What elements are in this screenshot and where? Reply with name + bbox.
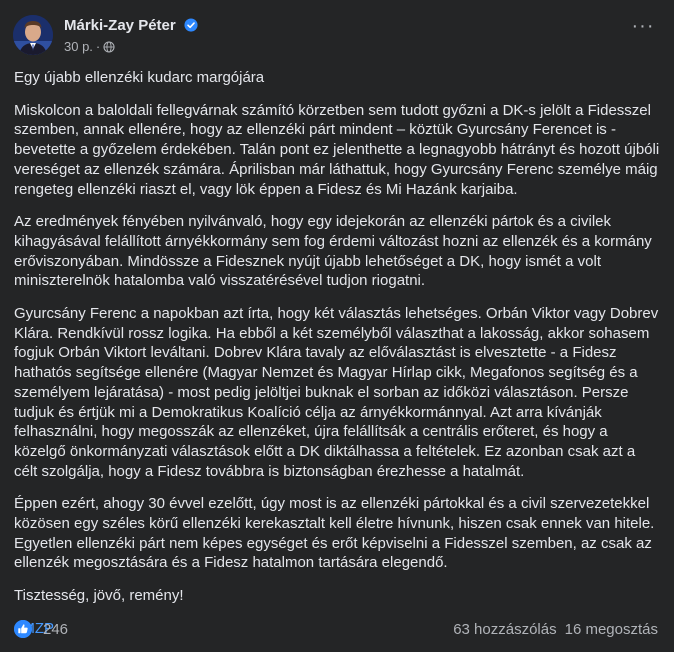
facebook-post: Márki-Zay Péter 30 p. · ··· Egy újabb ell… xyxy=(0,0,674,648)
like-reaction-icon[interactable] xyxy=(14,620,32,638)
post-body: Egy újabb ellenzéki kudarc margójára Mis… xyxy=(14,68,662,652)
post-paragraph: Tisztesség, jövő, remény! xyxy=(14,587,184,605)
post-paragraph: Miskolcon a baloldali fellegvárnak számí… xyxy=(14,101,660,198)
comments-count[interactable]: 63 hozzászólás xyxy=(453,621,556,638)
post-meta: 30 p. · xyxy=(64,39,115,56)
verified-badge-icon xyxy=(184,18,198,36)
post-footer: 246 63 hozzászólás 16 megosztás xyxy=(14,620,658,642)
shares-count[interactable]: 16 megosztás xyxy=(565,621,658,638)
post-paragraph: Éppen ezért, ahogy 30 évvel ezelőtt, úgy… xyxy=(14,495,655,572)
more-options-icon[interactable]: ··· xyxy=(627,16,659,39)
post-timestamp[interactable]: 30 p. xyxy=(64,39,93,54)
author-name-line: Márki-Zay Péter xyxy=(64,17,198,36)
reaction-count[interactable]: 246 xyxy=(43,621,68,638)
author-name[interactable]: Márki-Zay Péter xyxy=(64,17,176,34)
post-header: Márki-Zay Péter 30 p. · ··· xyxy=(13,13,661,57)
post-paragraph: Egy újabb ellenzéki kudarc margójára xyxy=(14,69,265,86)
post-paragraph: Gyurcsány Ferenc a napokban azt írta, ho… xyxy=(14,305,659,480)
engagement-stats: 63 hozzászólás 16 megosztás xyxy=(453,621,658,638)
meta-separator: · xyxy=(95,39,101,54)
post-paragraph: Az eredmények fényében nyilvánvaló, hogy… xyxy=(14,213,652,290)
author-avatar[interactable] xyxy=(13,15,53,55)
avatar-image xyxy=(13,15,53,55)
globe-icon xyxy=(103,41,115,56)
